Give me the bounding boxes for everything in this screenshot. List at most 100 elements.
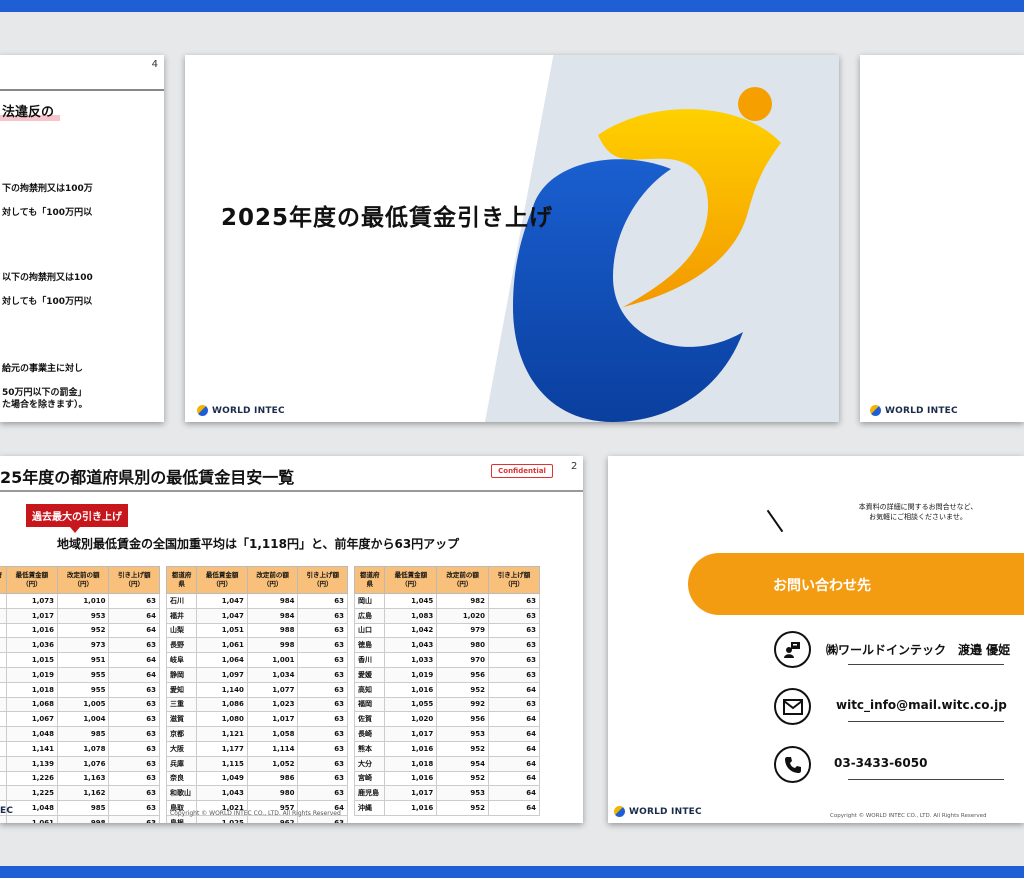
table-row: 広島 1,083 1,020 63 bbox=[353, 607, 540, 624]
page-number: 2 bbox=[571, 461, 578, 472]
value-cell: 970 bbox=[436, 652, 490, 668]
slide-thumbnail-minimum-wage-table[interactable]: 25年度の都道府県別の最低賃金目安一覧 Confidential 2 過去最大の… bbox=[0, 456, 583, 823]
value-cell: 1,016 bbox=[384, 681, 438, 698]
table-row: 宮崎 1,016 952 64 bbox=[353, 770, 540, 787]
table-row: 手1,01695264 bbox=[0, 622, 160, 639]
slide-thumbnail-contact[interactable]: 本資料の詳細に関するお問合せなど、 お気軽にご相談くださいませ。 お問い合わせ先… bbox=[608, 456, 1024, 823]
table-row: 和歌山 1,043 980 63 bbox=[165, 785, 348, 802]
value-cell: 1,023 bbox=[246, 696, 299, 713]
table-row: 京都 1,121 1,058 63 bbox=[165, 726, 348, 742]
top-blue-band bbox=[0, 0, 1024, 12]
value-cell: 63 bbox=[297, 593, 348, 609]
value-cell: 998 bbox=[57, 814, 110, 823]
company-logo: WORLD INTEC bbox=[870, 405, 958, 416]
prefecture-cell: 福岡 bbox=[353, 696, 386, 713]
person-icon bbox=[774, 631, 811, 668]
wage-table-1: 都道府県最低賃金額（円）改定前の額（円）引き上げ額（円）道1,0731,0106… bbox=[0, 566, 160, 823]
slide-thumbnail-title[interactable]: 2025年度の最低賃金引き上げ WORLD INTEC bbox=[185, 55, 839, 422]
column-header: 改定前の額（円） bbox=[57, 566, 110, 594]
value-cell: 64 bbox=[488, 681, 540, 698]
prefecture-cell: 宮崎 bbox=[353, 770, 386, 787]
prefecture-cell: 鹿児島 bbox=[353, 785, 386, 802]
slide-title: 25年度の都道府県別の最低賃金目安一覧 bbox=[0, 468, 295, 487]
value-cell: 63 bbox=[297, 740, 348, 757]
prefecture-cell: 山梨 bbox=[165, 622, 198, 639]
value-cell: 1,047 bbox=[196, 593, 248, 609]
prefecture-cell: 高知 bbox=[353, 681, 386, 698]
prefecture-cell: 福井 bbox=[165, 607, 198, 624]
slide-subtitle: 地域別最低賃金の全国加重平均は「1,118円」と、前年度から63円アップ bbox=[57, 537, 460, 551]
value-cell: 1,020 bbox=[384, 711, 438, 728]
record-increase-tag: 過去最大の引き上げ bbox=[26, 504, 128, 533]
value-cell: 1,121 bbox=[196, 726, 248, 742]
value-cell: 63 bbox=[488, 622, 540, 639]
slide-title: 法違反の bbox=[2, 105, 55, 120]
table-row: 愛媛 1,019 956 63 bbox=[353, 666, 540, 683]
table-row: 島1,01895563 bbox=[0, 681, 160, 698]
value-cell: 952 bbox=[436, 800, 490, 816]
value-cell: 63 bbox=[297, 622, 348, 639]
bottom-blue-band bbox=[0, 866, 1024, 878]
copyright: Copyright © WORLD INTEC CO., LTD. All Ri… bbox=[830, 813, 987, 819]
column-header: 都道府県 bbox=[165, 566, 198, 594]
value-cell: 63 bbox=[108, 814, 160, 823]
value-cell: 1,162 bbox=[57, 785, 110, 802]
value-cell: 982 bbox=[436, 593, 490, 609]
value-cell: 64 bbox=[488, 785, 540, 802]
prefecture-cell: 和歌山 bbox=[165, 785, 198, 802]
value-cell: 1,010 bbox=[57, 593, 110, 609]
contact-phone-row: 03-3433-6050 bbox=[774, 746, 1014, 786]
value-cell: 1,051 bbox=[196, 622, 248, 639]
value-cell: 952 bbox=[436, 740, 490, 757]
value-cell: 63 bbox=[297, 770, 348, 787]
contact-phone[interactable]: 03-3433-6050 bbox=[834, 756, 927, 770]
value-cell: 1,058 bbox=[246, 726, 299, 742]
slide-thumbnail-penalties[interactable]: 4 法違反の 下の拘禁刑又は100万 対しても「100万円以 以下の拘禁刑又は1… bbox=[0, 55, 164, 422]
value-cell: 1,078 bbox=[57, 740, 110, 757]
table-row: 香川 1,033 970 63 bbox=[353, 652, 540, 668]
body-line: 対しても「100万円以 bbox=[2, 297, 93, 307]
slide-thumbnail-blank[interactable]: WORLD INTEC bbox=[860, 55, 1024, 422]
value-cell: 1,043 bbox=[196, 785, 248, 802]
note-line: お気軽にご相談くださいませ。 bbox=[869, 513, 967, 521]
table-row: 福井 1,047 984 63 bbox=[165, 607, 348, 624]
contact-banner: お問い合わせ先 bbox=[688, 553, 1024, 615]
table-row: 京1,2261,16363 bbox=[0, 770, 160, 787]
value-cell: 1,017 bbox=[5, 607, 59, 624]
value-cell: 1,225 bbox=[5, 785, 59, 802]
header-rule bbox=[0, 89, 164, 91]
value-cell: 984 bbox=[246, 607, 299, 624]
prefecture-cell: 大阪 bbox=[165, 740, 198, 757]
value-cell: 64 bbox=[108, 652, 160, 668]
column-header: 最低賃金額（円） bbox=[196, 566, 248, 594]
contact-email[interactable]: witc_info@mail.witc.co.jp bbox=[836, 698, 1007, 712]
logo-text: WORLD INTEC bbox=[885, 405, 958, 416]
table-row: 城1,0681,00563 bbox=[0, 696, 160, 713]
prefecture-cell: 香川 bbox=[353, 652, 386, 668]
column-header: 引き上げ額（円） bbox=[108, 566, 160, 594]
phone-icon bbox=[774, 746, 811, 783]
table-row: 静岡 1,097 1,034 63 bbox=[165, 666, 348, 683]
value-cell: 1,019 bbox=[5, 666, 59, 683]
value-cell: 63 bbox=[297, 696, 348, 713]
header-rule bbox=[0, 490, 583, 492]
value-cell: 1,018 bbox=[5, 681, 59, 698]
prefecture-cell: 兵庫 bbox=[165, 755, 198, 772]
table-row: 愛知 1,140 1,077 63 bbox=[165, 681, 348, 698]
wage-table-2: 都道府県 最低賃金額（円） 改定前の額（円） 引き上げ額（円） 石川 1,047 984 63… bbox=[165, 566, 348, 823]
value-cell: 956 bbox=[436, 711, 490, 728]
value-cell: 956 bbox=[436, 666, 490, 683]
value-cell: 1,017 bbox=[246, 711, 299, 728]
underline bbox=[848, 664, 1004, 665]
table-row: 三重 1,086 1,023 63 bbox=[165, 696, 348, 713]
table-row: 兵庫 1,115 1,052 63 bbox=[165, 755, 348, 772]
value-cell: 63 bbox=[297, 607, 348, 624]
value-cell: 1,015 bbox=[5, 652, 59, 668]
table-header-row: 都道府県最低賃金額（円）改定前の額（円）引き上げ額（円） bbox=[353, 566, 540, 594]
value-cell: 1,019 bbox=[384, 666, 438, 683]
prefecture-cell: 静岡 bbox=[165, 666, 198, 683]
prefecture-cell: 三重 bbox=[165, 696, 198, 713]
value-cell: 951 bbox=[57, 652, 110, 668]
value-cell: 64 bbox=[488, 755, 540, 772]
prefecture-cell: 沖縄 bbox=[353, 800, 386, 816]
